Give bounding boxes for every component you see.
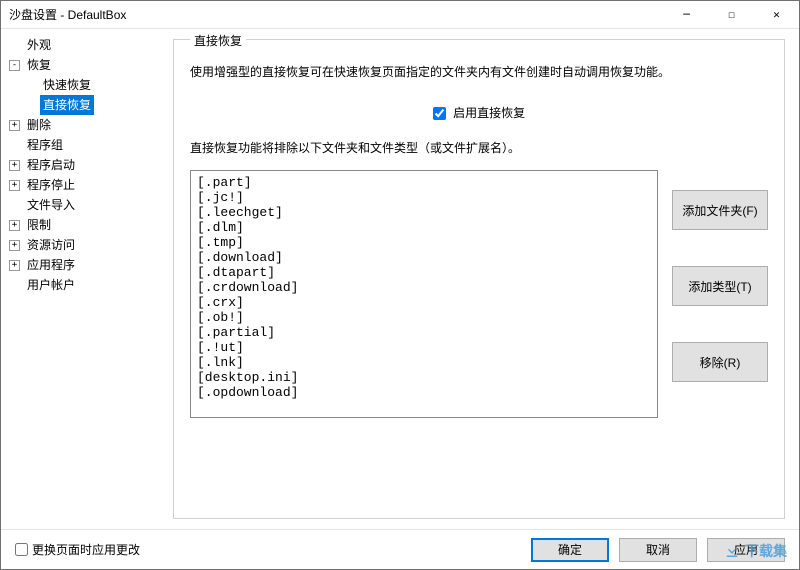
tree-item-user-accounts[interactable]: 用户帐户: [5, 275, 159, 295]
add-type-button[interactable]: 添加类型(T): [672, 266, 768, 306]
dialog-window: 沙盘设置 - DefaultBox ─ ☐ ✕ 外观 -恢复 快速恢复 直接恢复…: [0, 0, 800, 570]
tree-item-program-stop[interactable]: +程序停止: [5, 175, 159, 195]
minimize-button[interactable]: ─: [664, 1, 709, 29]
remove-button[interactable]: 移除(R): [672, 342, 768, 382]
tree-item-appearance[interactable]: 外观: [5, 35, 159, 55]
expand-icon[interactable]: +: [9, 160, 20, 171]
tree-item-program-groups[interactable]: 程序组: [5, 135, 159, 155]
enable-immediate-recovery-checkbox[interactable]: [433, 107, 446, 120]
enable-immediate-recovery-label[interactable]: 启用直接恢复: [433, 106, 525, 120]
description-text: 使用增强型的直接恢复可在快速恢复页面指定的文件夹内有文件创建时自动调用恢复功能。: [190, 63, 768, 80]
side-buttons: 添加文件夹(F) 添加类型(T) 移除(R): [672, 170, 768, 418]
window-title: 沙盘设置 - DefaultBox: [9, 6, 664, 23]
add-folder-button[interactable]: 添加文件夹(F): [672, 190, 768, 230]
apply-on-page-change-checkbox[interactable]: [15, 543, 28, 556]
dialog-body: 外观 -恢复 快速恢复 直接恢复 +删除 程序组 +程序启动 +程序停止 文件导…: [1, 29, 799, 529]
apply-on-page-change-label: 更换页面时应用更改: [32, 541, 140, 558]
tree-item-program-start[interactable]: +程序启动: [5, 155, 159, 175]
ok-button[interactable]: 确定: [531, 538, 609, 562]
footer-left: 更换页面时应用更改: [15, 541, 140, 558]
enable-row: 启用直接恢复: [190, 104, 768, 121]
apply-button[interactable]: 应用: [707, 538, 785, 562]
immediate-recovery-group: 直接恢复 使用增强型的直接恢复可在快速恢复页面指定的文件夹内有文件创建时自动调用…: [173, 39, 785, 519]
maximize-button[interactable]: ☐: [709, 1, 754, 29]
settings-tree: 外观 -恢复 快速恢复 直接恢复 +删除 程序组 +程序启动 +程序停止 文件导…: [1, 29, 159, 529]
titlebar-controls: ─ ☐ ✕: [664, 1, 799, 29]
content-panel: 直接恢复 使用增强型的直接恢复可在快速恢复页面指定的文件夹内有文件创建时自动调用…: [159, 29, 799, 529]
dialog-footer: 更换页面时应用更改 确定 取消 应用: [1, 529, 799, 569]
tree-item-immediate-recovery[interactable]: 直接恢复: [5, 95, 159, 115]
tree-item-applications[interactable]: +应用程序: [5, 255, 159, 275]
collapse-icon[interactable]: -: [9, 60, 20, 71]
expand-icon[interactable]: +: [9, 260, 20, 271]
footer-buttons: 确定 取消 应用: [531, 538, 785, 562]
titlebar: 沙盘设置 - DefaultBox ─ ☐ ✕: [1, 1, 799, 29]
expand-icon[interactable]: +: [9, 220, 20, 231]
expand-icon[interactable]: +: [9, 240, 20, 251]
tree-item-quick-recovery[interactable]: 快速恢复: [5, 75, 159, 95]
group-title: 直接恢复: [190, 32, 246, 49]
tree-item-resource-access[interactable]: +资源访问: [5, 235, 159, 255]
expand-icon[interactable]: +: [9, 180, 20, 191]
close-button[interactable]: ✕: [754, 1, 799, 29]
tree-item-recovery[interactable]: -恢复: [5, 55, 159, 75]
tree-item-delete[interactable]: +删除: [5, 115, 159, 135]
exclusion-listbox[interactable]: [.part] [.jc!] [.leechget] [.dlm] [.tmp]…: [190, 170, 658, 418]
tree-item-restrictions[interactable]: +限制: [5, 215, 159, 235]
tree-item-file-migration[interactable]: 文件导入: [5, 195, 159, 215]
cancel-button[interactable]: 取消: [619, 538, 697, 562]
list-area: [.part] [.jc!] [.leechget] [.dlm] [.tmp]…: [190, 170, 768, 418]
expand-icon[interactable]: +: [9, 120, 20, 131]
exclusion-description: 直接恢复功能将排除以下文件夹和文件类型（或文件扩展名）。: [190, 139, 768, 156]
